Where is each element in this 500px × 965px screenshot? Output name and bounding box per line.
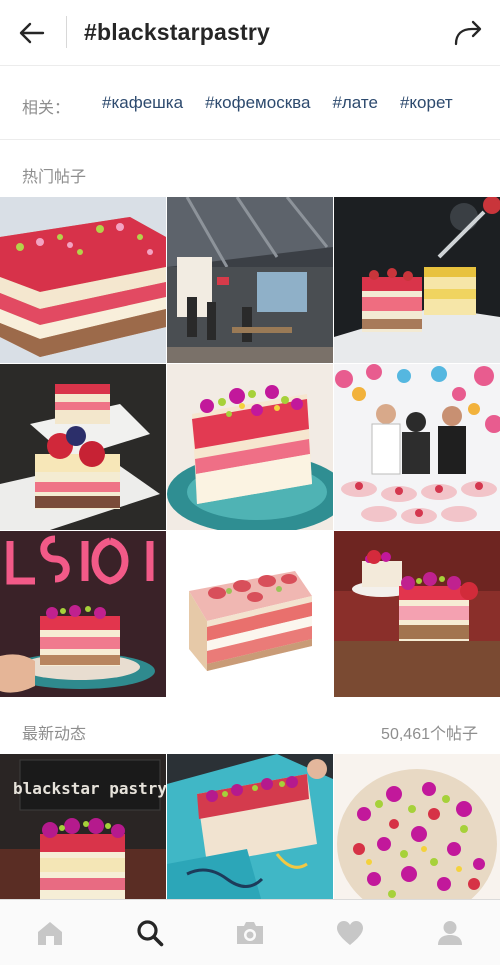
related-tag[interactable]: #кофемосква: [205, 93, 310, 113]
recent-posts-title: 最新动态: [22, 726, 87, 743]
camera-icon: [237, 921, 263, 944]
related-tag[interactable]: #корет: [400, 93, 453, 113]
search-icon: [137, 919, 164, 946]
home-icon: [38, 921, 62, 945]
post-thumbnail[interactable]: [167, 531, 333, 697]
post-thumbnail[interactable]: blackstar pastry: [0, 754, 166, 899]
post-thumbnail[interactable]: [167, 197, 333, 363]
back-button[interactable]: [14, 16, 50, 50]
post-thumbnail[interactable]: [0, 364, 166, 530]
sign-text: blackstar pastry: [13, 779, 166, 798]
post-thumbnail[interactable]: [167, 754, 333, 899]
top-bar: #blackstarpastry: [0, 0, 500, 66]
top-posts-title: 热门帖子: [22, 169, 87, 186]
post-thumbnail[interactable]: [167, 364, 333, 530]
bottom-nav: [0, 899, 500, 965]
related-label: 相关：: [22, 100, 71, 117]
arrow-left-icon: [19, 22, 45, 44]
nav-activity[interactable]: [328, 911, 372, 955]
share-button[interactable]: [450, 15, 486, 51]
share-arrow-icon: [454, 20, 482, 46]
recent-posts-grid: blackstar pastry: [0, 754, 500, 899]
post-thumbnail[interactable]: [334, 197, 500, 363]
related-tag[interactable]: #кафешка: [102, 93, 183, 113]
post-thumbnail[interactable]: [0, 531, 166, 697]
profile-icon: [438, 920, 462, 945]
post-thumbnail[interactable]: [0, 197, 166, 363]
post-thumbnail[interactable]: [334, 531, 500, 697]
post-thumbnail[interactable]: [334, 364, 500, 530]
related-tags-bar: 相关： #кафешка #кофемосква #лате #корет: [0, 66, 500, 140]
top-posts-grid: [0, 197, 500, 697]
nav-camera[interactable]: [228, 911, 272, 955]
heart-icon: [337, 920, 363, 945]
hashtag-title: #blackstarpastry: [84, 19, 271, 45]
post-count: 50,461个帖子: [381, 726, 478, 743]
related-tags-list: #кафешка #кофемосква #лате #корет: [102, 93, 453, 113]
nav-profile[interactable]: [428, 911, 472, 955]
post-thumbnail[interactable]: [334, 754, 500, 899]
header-divider: [66, 16, 67, 48]
related-tag[interactable]: #лате: [332, 93, 378, 113]
nav-search[interactable]: [128, 911, 172, 955]
nav-home[interactable]: [28, 911, 72, 955]
